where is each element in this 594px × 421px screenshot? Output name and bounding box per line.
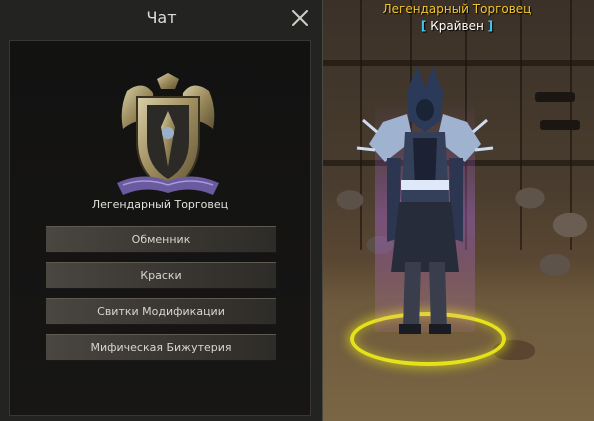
- guild-crest-icon: [117, 73, 219, 195]
- menu-dyes-button[interactable]: Краски: [46, 262, 276, 289]
- npc-name-caption: Легендарный Торговец: [91, 198, 229, 211]
- npc-character[interactable]: [355, 62, 495, 340]
- chat-window-body: Легендарный Торговец Обменник Краски Сви…: [9, 40, 311, 416]
- npc-name-label: [ Крайвен ]: [320, 19, 594, 33]
- door-hinge: [540, 120, 580, 130]
- close-icon[interactable]: [289, 7, 311, 29]
- chat-window-title: Чат: [146, 8, 177, 27]
- chat-window-header: Чат: [0, 0, 323, 38]
- npc-name-bracket-open: [: [420, 19, 427, 33]
- menu-modification-scrolls-button[interactable]: Свитки Модификации: [46, 298, 276, 325]
- menu-mythic-jewelry-button[interactable]: Мифическая Бижутерия: [46, 334, 276, 361]
- door-hinge: [535, 92, 575, 102]
- npc-title-label: Легендарный Торговец: [382, 2, 532, 16]
- menu-exchanger-button[interactable]: Обменник: [46, 226, 276, 253]
- npc-name-bracket-close: ]: [487, 19, 494, 33]
- npc-name-text: Крайвен: [430, 19, 484, 33]
- chat-window: Чат Легендарный Торговец Обменник Краски…: [0, 0, 323, 421]
